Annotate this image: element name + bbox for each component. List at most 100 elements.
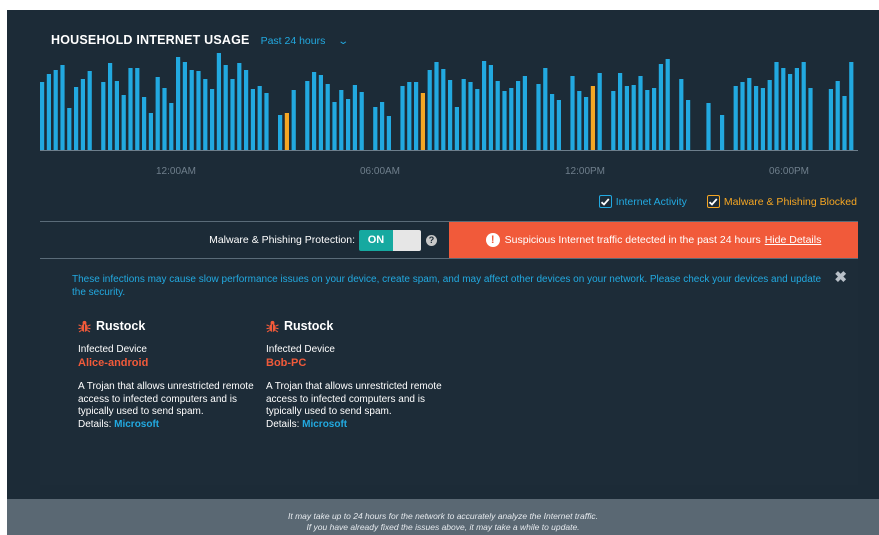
activity-bar (570, 76, 575, 150)
activity-bar (495, 81, 500, 150)
activity-bar (801, 62, 806, 150)
checkbox-icon[interactable] (598, 195, 612, 208)
x-tick-label: 12:00AM (156, 166, 196, 177)
activity-bar (325, 84, 330, 150)
activity-bar (577, 91, 582, 150)
activity-bar (60, 65, 65, 150)
close-icon[interactable]: ✖ (834, 268, 847, 286)
activity-bar (250, 89, 255, 150)
activity-bar (781, 68, 786, 150)
activity-bar (216, 53, 221, 150)
activity-bar (244, 70, 249, 150)
activity-bar (536, 84, 541, 150)
activity-bar (502, 91, 507, 150)
bug-icon (78, 320, 91, 332)
x-tick-label: 12:00PM (565, 166, 605, 177)
details-link[interactable]: Microsoft (114, 419, 159, 430)
activity-bar (182, 62, 187, 150)
activity-bar (101, 82, 106, 150)
activity-bar (835, 81, 840, 150)
activity-bar (543, 68, 548, 150)
legend-label: Malware & Phishing Blocked (723, 195, 857, 208)
activity-bar (754, 86, 759, 150)
activity-bar (842, 96, 847, 150)
infection-details: Details: Microsoft (266, 419, 446, 432)
activity-bar (121, 95, 126, 150)
activity-bar (305, 81, 310, 150)
activity-bar (332, 102, 337, 150)
usage-panel: HOUSEHOLD INTERNET USAGE Past 24 hours ⌄… (7, 10, 879, 535)
infection-title: Rustock (78, 319, 258, 333)
activity-bar (386, 116, 391, 150)
activity-bar (808, 88, 813, 150)
footer-note: It may take up to 24 hours for the netwo… (7, 499, 879, 535)
infection-description: A Trojan that allows unrestricted remote… (78, 381, 254, 417)
activity-bar (400, 86, 405, 150)
activity-bar (788, 74, 793, 150)
activity-bar (760, 88, 765, 150)
x-tick-label: 06:00PM (769, 166, 809, 177)
activity-bar (618, 73, 623, 150)
activity-bar (461, 79, 466, 150)
bug-icon (266, 320, 279, 332)
activity-bar (509, 88, 514, 150)
details-link[interactable]: Microsoft (302, 419, 347, 430)
help-icon[interactable]: ? (426, 234, 437, 246)
activity-bar (624, 86, 629, 150)
activity-bar (148, 113, 153, 150)
activity-bar (40, 82, 45, 150)
activity-bar (230, 79, 235, 150)
infected-device-name: Bob-PC (266, 357, 307, 369)
activity-bar (257, 86, 262, 150)
activity-bar (278, 115, 283, 150)
malware-bar (590, 86, 595, 150)
activity-bar (155, 77, 160, 150)
activity-bar (312, 72, 317, 150)
activity-bar (516, 81, 521, 150)
usage-chart: 12:00AM 06:00AM 12:00PM 06:00PM (40, 53, 858, 177)
activity-bar (128, 68, 133, 150)
checkbox-icon[interactable] (706, 195, 720, 208)
activity-bar (767, 80, 772, 150)
x-tick-label: 06:00AM (360, 166, 400, 177)
infected-device-label: Infected Device (78, 344, 147, 355)
legend-internet-activity[interactable]: Internet Activity (598, 195, 687, 208)
activity-bar (264, 93, 269, 150)
protection-toggle[interactable]: ON (359, 229, 421, 251)
activity-bar (114, 81, 119, 150)
activity-bar (454, 107, 459, 150)
protection-bar: Malware & Phishing Protection: ON ? ! Su… (40, 221, 858, 259)
activity-bar (638, 76, 643, 150)
activity-bar (407, 82, 412, 150)
activity-bar (740, 82, 745, 150)
details-panel: These infections may cause slow performa… (40, 259, 858, 485)
activity-bar (774, 62, 779, 150)
infection-description: A Trojan that allows unrestricted remote… (266, 381, 442, 417)
exclamation-icon: ! (485, 233, 500, 247)
footer-line-1: It may take up to 24 hours for the netwo… (288, 511, 598, 521)
activity-bar (468, 82, 473, 150)
alert-message: Suspicious Internet traffic detected in … (504, 234, 761, 246)
legend-malware-blocked[interactable]: Malware & Phishing Blocked (706, 195, 857, 208)
activity-bar (291, 90, 296, 150)
infected-device-name: Alice-android (78, 357, 149, 369)
activity-bar (658, 64, 663, 150)
activity-bar (346, 99, 351, 150)
hide-details-link[interactable]: Hide Details (765, 234, 822, 246)
activity-bar (142, 97, 147, 150)
details-label: Details: (266, 418, 300, 430)
activity-bar (556, 100, 561, 150)
activity-bar (733, 86, 738, 150)
activity-bar (46, 74, 51, 150)
activity-bar (135, 68, 140, 150)
infection-card: Rustock Infected Device Alice-android A … (78, 319, 258, 431)
toggle-knob (393, 229, 421, 251)
activity-bar (434, 62, 439, 150)
info-text: These infections may cause slow performa… (72, 274, 822, 298)
activity-bar (828, 89, 833, 150)
alert-banner: ! Suspicious Internet traffic detected i… (449, 222, 858, 258)
activity-bar (706, 103, 711, 150)
activity-bar (189, 70, 194, 150)
activity-bar (203, 79, 208, 150)
protection-label: Malware & Phishing Protection: (209, 234, 355, 246)
